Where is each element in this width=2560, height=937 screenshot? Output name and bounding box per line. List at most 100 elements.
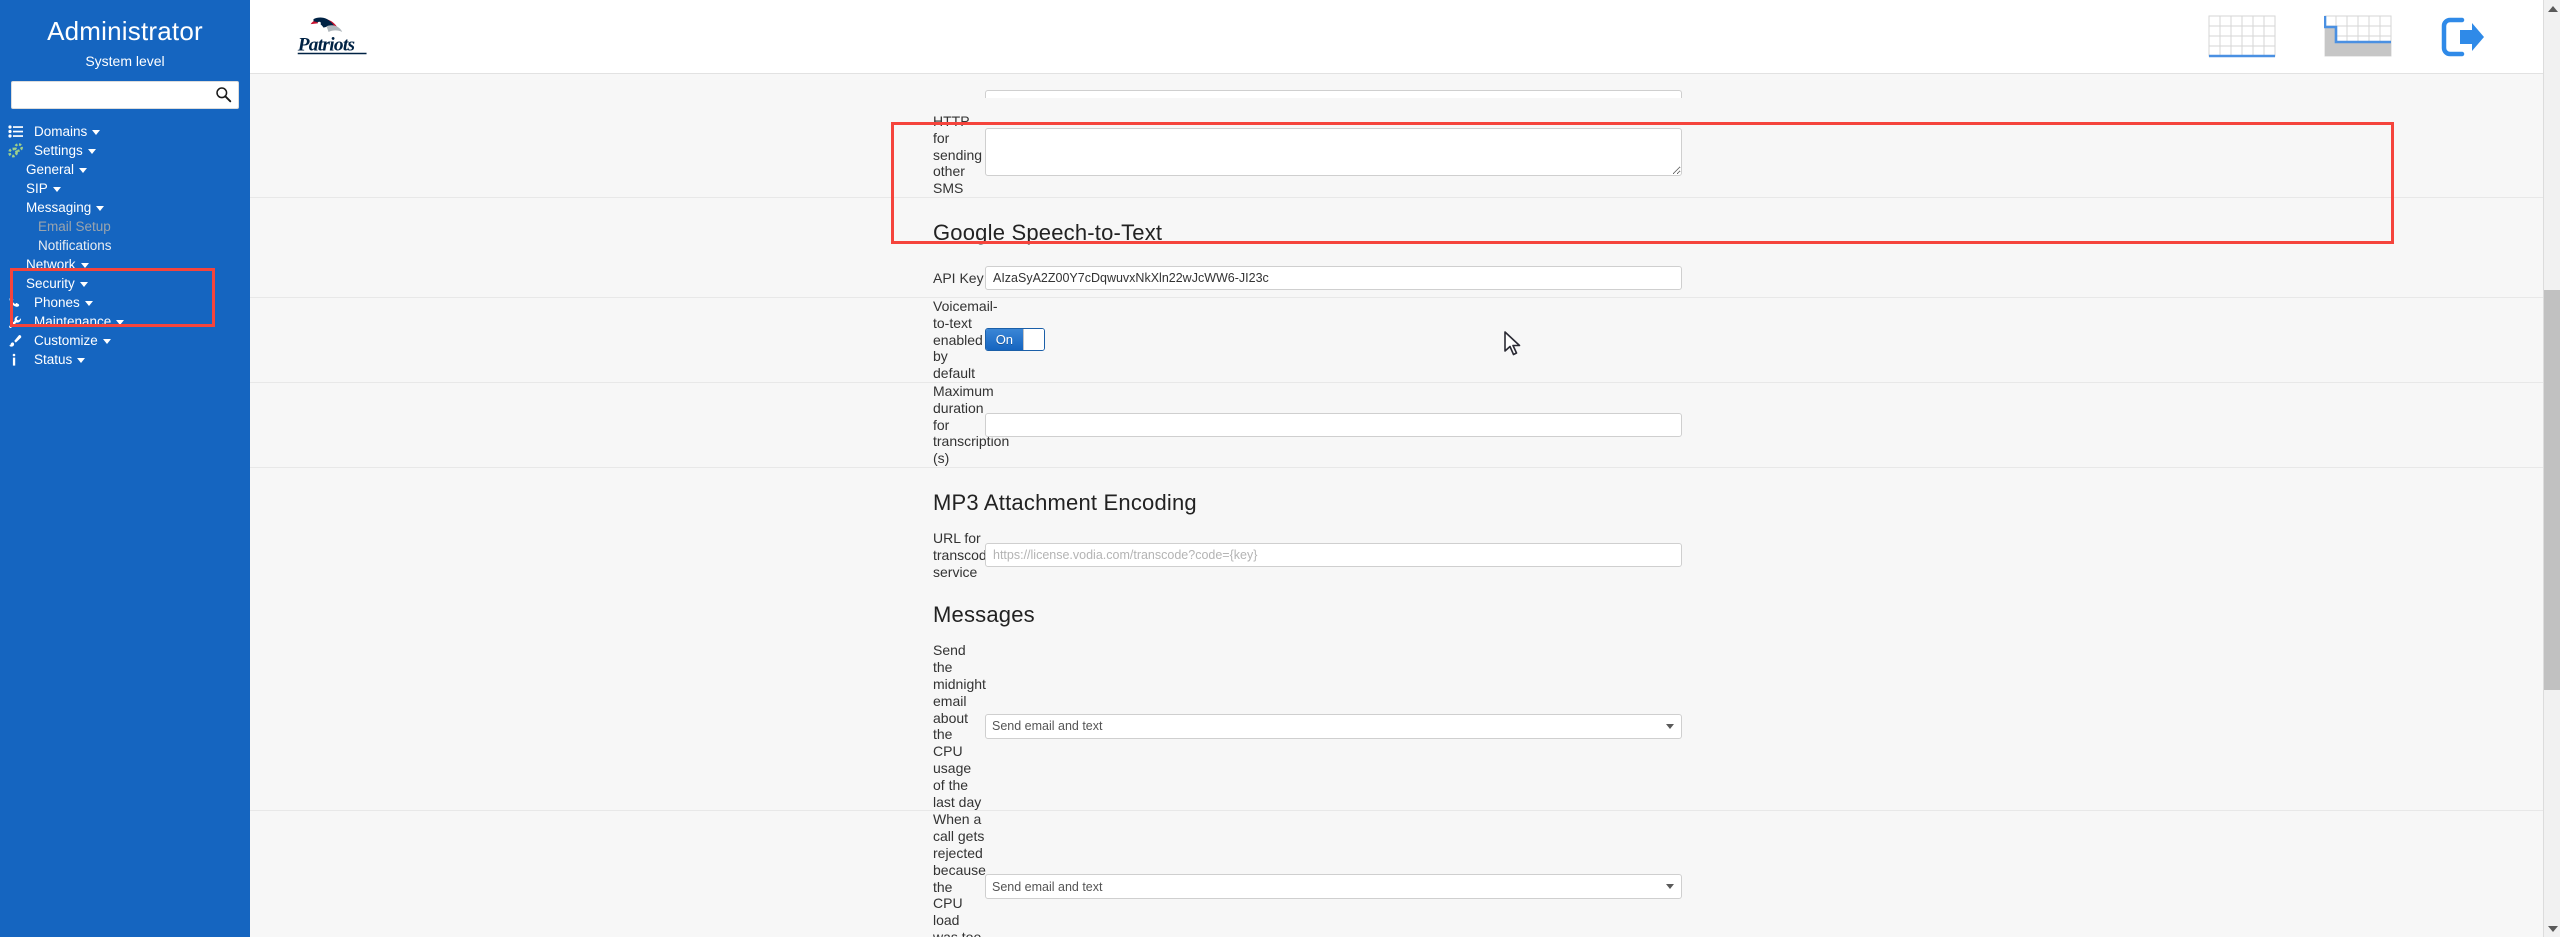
sidebar-item-label: Phones [34, 295, 80, 310]
main-area: Patriots HTTP for sending other SMS Goog… [250, 0, 2560, 937]
chevron-down-icon [84, 301, 93, 306]
row-label: Voicemail-to-text enabled by default [933, 297, 998, 382]
row-label: URL for transcoding service [933, 529, 1006, 580]
sidebar-item-phones[interactable]: Phones [0, 293, 250, 312]
notification-action-select[interactable]: Send email and text [985, 874, 1682, 900]
table-row: When a call gets rejected because the CP… [250, 811, 2560, 937]
sidebar-item-label: Customize [34, 333, 98, 348]
sidebar-item-maintenance[interactable]: Maintenance [0, 312, 250, 331]
max-duration-input[interactable] [985, 412, 1682, 437]
sidebar-item-customize[interactable]: Customize [0, 331, 250, 350]
brand-logo: Patriots [292, 14, 378, 60]
scroll-down-button[interactable] [2544, 920, 2560, 937]
sidebar-item-sip[interactable]: SIP [0, 179, 250, 198]
notification-action-select[interactable]: Send email and text [985, 713, 1682, 739]
chart-grid-icon[interactable] [2324, 15, 2392, 59]
http-sms-textarea[interactable] [985, 128, 1682, 177]
row-field [985, 412, 2560, 437]
settings-content: HTTP for sending other SMS Google Speech… [250, 75, 2560, 937]
toggle-on-label: On [986, 329, 1023, 351]
row-max-duration: Maximum duration for transcription (s) [250, 382, 2560, 468]
sidebar-item-label: Security [26, 276, 75, 291]
brush-icon [8, 334, 30, 348]
wrench-icon [8, 315, 30, 329]
sidebar-item-label: Notifications [38, 238, 112, 253]
section-heading-messages: Messages [250, 580, 2560, 643]
table-view-icon[interactable] [2208, 15, 2276, 59]
app-root: Administrator System level Domains Setti… [0, 0, 2560, 937]
sidebar-item-notifications[interactable]: Notifications [0, 236, 250, 255]
voicemail-to-text-toggle[interactable]: On [985, 328, 1045, 352]
chevron-down-icon [79, 282, 88, 287]
row-transcoding-url: URL for transcoding service [250, 529, 2560, 581]
toggle-knob [1022, 329, 1044, 351]
search-input[interactable] [11, 81, 239, 109]
api-key-input[interactable] [985, 266, 1682, 291]
sidebar-item-general[interactable]: General [0, 160, 250, 179]
sidebar-item-label: Maintenance [34, 314, 112, 329]
scrollbar-thumb[interactable] [2544, 290, 2560, 690]
row-label: API Key [933, 270, 984, 287]
select-wrapper: Send email and text [985, 713, 1682, 739]
list-icon [8, 125, 30, 138]
partial-row-top [250, 75, 2560, 113]
row-voicemail-to-text: Voicemail-to-text enabled by default On [250, 297, 2560, 383]
partial-row-field [985, 90, 2560, 98]
row-field [985, 266, 2560, 291]
chevron-down-icon [77, 358, 86, 363]
sidebar-item-domains[interactable]: Domains [0, 122, 250, 141]
select-wrapper: Send email and text [985, 874, 1682, 900]
sidebar-title: Administrator [47, 16, 203, 46]
sidebar-item-status[interactable]: Status [0, 350, 250, 369]
row-field [985, 543, 2560, 568]
phone-icon [8, 296, 30, 310]
page-scrollbar[interactable] [2543, 0, 2560, 937]
chevron-down-icon [87, 149, 96, 154]
svg-text:Patriots: Patriots [297, 34, 355, 55]
sidebar-subtitle: System level [85, 53, 165, 69]
chevron-down-icon [2547, 925, 2558, 932]
row-label: Maximum duration for transcription (s) [933, 382, 1010, 467]
sidebar-item-label: Domains [34, 124, 88, 139]
sidebar-item-network[interactable]: Network [0, 255, 250, 274]
section-heading-mp3: MP3 Attachment Encoding [250, 467, 2560, 530]
logout-icon[interactable] [2440, 15, 2486, 59]
chevron-down-icon [80, 263, 89, 268]
topbar: Patriots [250, 0, 2560, 74]
chevron-down-icon [96, 206, 105, 211]
messages-rows: Send the midnight email about the CPU us… [250, 642, 2560, 937]
section-heading-google-speech: Google Speech-to-Text [250, 197, 2560, 260]
chevron-down-icon [79, 168, 88, 173]
sidebar-item-label: General [26, 162, 75, 177]
sidebar-item-email-setup[interactable]: Email Setup [0, 217, 250, 236]
sidebar-item-label: Messaging [26, 200, 92, 215]
topbar-icons [2208, 15, 2486, 59]
info-icon [8, 353, 30, 367]
row-label: HTTP for sending other SMS [933, 113, 983, 197]
table-row: Send the midnight email about the CPU us… [250, 642, 2560, 812]
sidebar-item-label: Network [26, 257, 76, 272]
chevron-down-icon [102, 339, 111, 344]
sidebar-item-label: SIP [26, 181, 48, 196]
sidebar: Administrator System level Domains Setti… [0, 0, 250, 937]
sidebar-item-label: Email Setup [38, 219, 111, 234]
row-api-key: API Key [250, 259, 2560, 298]
sidebar-search [11, 81, 239, 109]
row-label: Send the midnight email about the CPU us… [933, 642, 986, 810]
chevron-up-icon [2547, 5, 2558, 12]
sidebar-item-messaging[interactable]: Messaging [0, 198, 250, 217]
sidebar-nav: Domains Settings General SIP Messaging E… [0, 122, 250, 369]
row-http-sms: HTTP for sending other SMS [250, 113, 2560, 198]
chevron-down-icon [92, 130, 101, 135]
sidebar-item-label: Settings [34, 143, 83, 158]
notifications-form: HTTP for sending other SMS Google Speech… [250, 75, 2560, 937]
row-field: Send email and text [985, 874, 2560, 900]
sidebar-item-security[interactable]: Security [0, 274, 250, 293]
sidebar-item-label: Status [34, 352, 73, 367]
chevron-down-icon [116, 320, 125, 325]
gears-icon [8, 143, 30, 158]
sidebar-item-settings[interactable]: Settings [0, 141, 250, 160]
transcoding-url-input[interactable] [985, 543, 1682, 568]
chevron-down-icon [52, 187, 61, 192]
scroll-up-button[interactable] [2544, 0, 2560, 17]
